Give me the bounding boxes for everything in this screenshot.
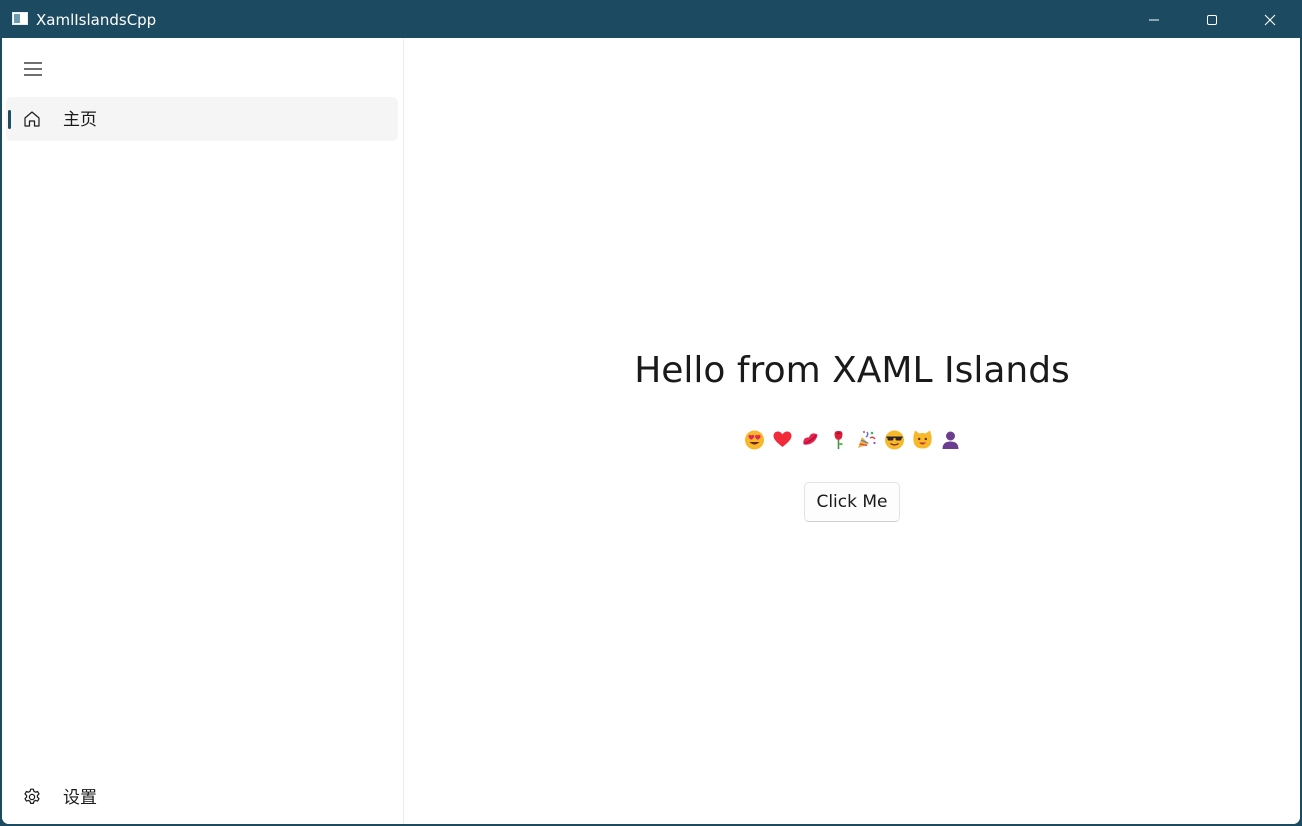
client-area: 主页 设置 Hello from XAML Islands Click Me bbox=[2, 38, 1300, 824]
title-bar[interactable]: XamlIslandsCpp bbox=[1, 1, 1301, 38]
red-heart-icon bbox=[772, 428, 793, 450]
nav-item-settings-label: 设置 bbox=[63, 788, 97, 808]
maximize-icon bbox=[1207, 14, 1217, 25]
window-title: XamlIslandsCpp bbox=[36, 11, 157, 29]
click-me-button[interactable]: Click Me bbox=[804, 482, 900, 522]
rose-icon bbox=[828, 428, 849, 450]
app-window-icon bbox=[12, 12, 28, 25]
home-icon-wrapper bbox=[22, 109, 42, 129]
maximize-button[interactable] bbox=[1183, 1, 1241, 38]
heart-eyes-face-icon bbox=[744, 428, 765, 450]
smiling-cat-face-icon bbox=[912, 428, 933, 450]
minimize-icon bbox=[1149, 19, 1159, 20]
nav-item-settings[interactable]: 设置 bbox=[6, 775, 398, 819]
minimize-button[interactable] bbox=[1125, 1, 1183, 38]
close-button[interactable] bbox=[1241, 1, 1299, 38]
bust-silhouette-icon bbox=[940, 428, 961, 450]
page-heading: Hello from XAML Islands bbox=[634, 350, 1070, 391]
nav-item-home[interactable]: 主页 bbox=[6, 97, 398, 141]
hamburger-menu-icon bbox=[24, 62, 42, 76]
party-popper-icon bbox=[856, 428, 877, 450]
emoji-row bbox=[404, 428, 1300, 450]
nav-item-home-label: 主页 bbox=[63, 110, 97, 130]
main-content: Hello from XAML Islands Click Me bbox=[404, 38, 1300, 824]
hamburger-menu-button[interactable] bbox=[7, 52, 59, 86]
kiss-mark-icon bbox=[800, 428, 821, 450]
app-window: XamlIslandsCpp 主页 设置 Hello from XAML Isl… bbox=[0, 0, 1302, 826]
selection-indicator bbox=[8, 110, 11, 129]
navigation-pane: 主页 设置 bbox=[2, 38, 404, 824]
home-icon bbox=[24, 111, 40, 127]
gear-icon bbox=[24, 788, 40, 804]
gear-icon-wrapper bbox=[22, 787, 42, 807]
sunglasses-face-icon bbox=[884, 428, 905, 450]
close-icon bbox=[1264, 14, 1276, 25]
